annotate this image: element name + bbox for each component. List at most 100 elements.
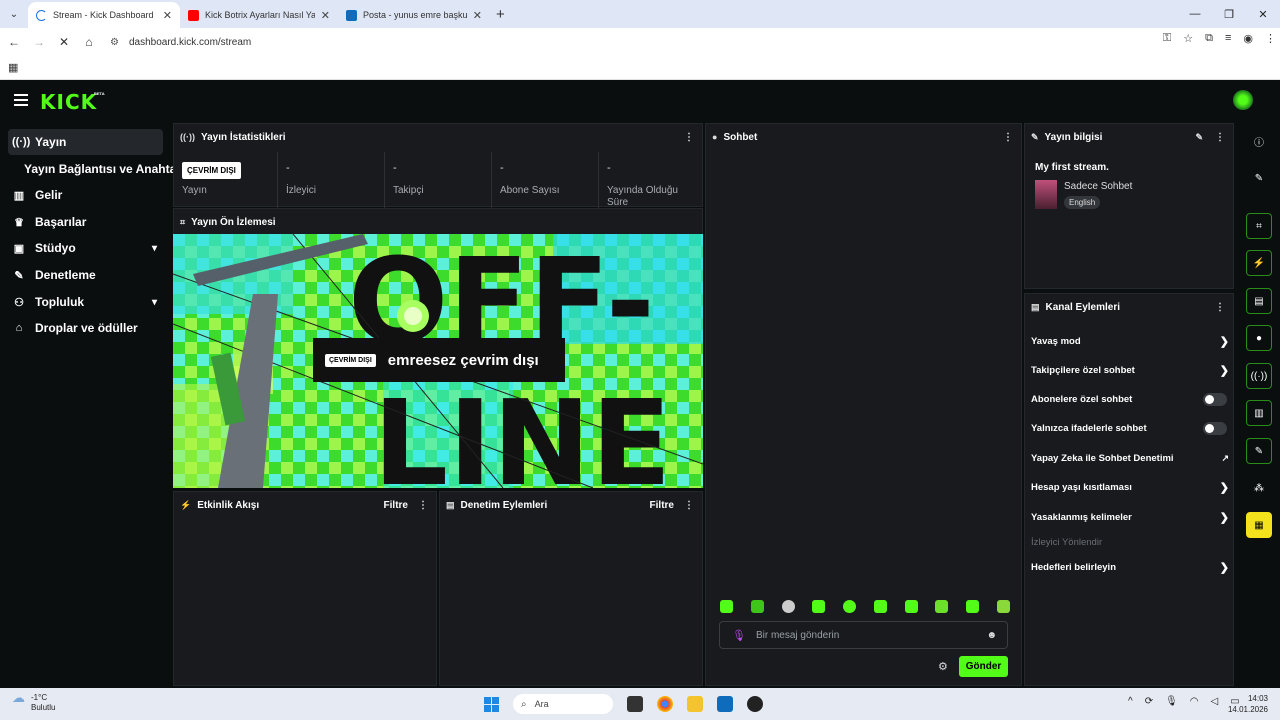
- restore-icon[interactable]: ❐: [1212, 0, 1246, 28]
- emote[interactable]: [996, 600, 1010, 613]
- emote-only-toggle[interactable]: [1203, 421, 1227, 435]
- profile-icon[interactable]: ◉: [1243, 32, 1253, 45]
- action-ai-moderation[interactable]: Yapay Zeka ile Sohbet Denetimi ↗: [1031, 448, 1229, 468]
- rail-dots-icon[interactable]: ⁂: [1246, 475, 1272, 501]
- home-icon[interactable]: ⌂: [78, 35, 100, 49]
- forward-icon[interactable]: →: [28, 35, 50, 49]
- emoji-icon[interactable]: ☻: [986, 630, 997, 641]
- more-options-icon[interactable]: ⋮: [684, 500, 694, 511]
- sidebar-item-denetleme[interactable]: ✎ Denetleme: [8, 262, 163, 288]
- rail-channel-icon[interactable]: ▥: [1246, 400, 1272, 426]
- sidebar-item-basarilar[interactable]: ♛ Başarılar: [8, 209, 163, 235]
- rail-preview-icon[interactable]: ⌗: [1246, 213, 1272, 239]
- browser-tab-outlook[interactable]: Posta - yunus emre başkurt - O ✕: [338, 2, 490, 28]
- emote[interactable]: [904, 600, 918, 613]
- rail-wrench-icon[interactable]: ✎: [1246, 438, 1272, 464]
- microphone-icon[interactable]: 🎙: [732, 629, 746, 642]
- stat-value: -: [286, 162, 290, 174]
- more-options-icon[interactable]: ⋮: [418, 500, 428, 511]
- user-avatar[interactable]: [1233, 90, 1253, 110]
- chrome-icon[interactable]: [657, 696, 673, 712]
- back-icon[interactable]: ←: [3, 35, 25, 49]
- close-window-icon[interactable]: ✕: [1246, 0, 1280, 28]
- wifi-icon[interactable]: ◠: [1190, 696, 1199, 707]
- chevron-up-icon[interactable]: ^: [1128, 696, 1133, 707]
- rail-clapper-icon[interactable]: ▦: [1246, 512, 1272, 538]
- rail-chat-icon[interactable]: ●: [1246, 325, 1272, 351]
- emote-row: [720, 600, 1010, 616]
- sidebar-item-droplar[interactable]: ⌂ Droplar ve ödüller: [8, 315, 163, 341]
- more-options-icon[interactable]: ⋮: [684, 132, 694, 143]
- clock[interactable]: 14:03 14.01.2026: [1228, 693, 1268, 715]
- kick-logo[interactable]: KICK: [40, 90, 97, 114]
- chat-input-box[interactable]: 🎙 ☻: [719, 621, 1008, 649]
- bookmark-star-icon[interactable]: ☆: [1183, 32, 1193, 45]
- more-options-icon[interactable]: ⋮: [1003, 132, 1013, 143]
- sidebar-subitem-stream-key[interactable]: Yayın Bağlantısı ve Anahtarı: [24, 162, 184, 176]
- microphone-icon[interactable]: 🎙: [1165, 696, 1178, 707]
- sidebar-item-label: Denetleme: [35, 268, 96, 282]
- site-info-icon[interactable]: ⚙: [110, 37, 119, 48]
- emote[interactable]: [935, 600, 949, 613]
- apps-grid-icon[interactable]: ▦: [8, 61, 18, 74]
- weather-widget[interactable]: ☁ -1°C Bulutlu: [12, 691, 55, 713]
- sidebar: ((·)) Yayın Yayın Bağlantısı ve Anahtarı…: [0, 122, 184, 687]
- stop-loading-icon[interactable]: ✕: [53, 35, 75, 49]
- emote[interactable]: [781, 600, 795, 613]
- stat-izleyici: - İzleyici: [278, 152, 385, 208]
- close-tab-icon[interactable]: ✕: [473, 9, 482, 22]
- emote[interactable]: [873, 600, 887, 613]
- media-icon[interactable]: ≡: [1225, 32, 1231, 45]
- minimize-icon[interactable]: —: [1178, 0, 1212, 28]
- app-icon[interactable]: [747, 696, 763, 712]
- emote[interactable]: [720, 600, 733, 613]
- browser-tab-youtube[interactable]: Kick Botrix Ayarları Nasıl Yapılır ✕: [180, 2, 338, 28]
- filter-button[interactable]: Filtre: [650, 500, 674, 511]
- rail-document-icon[interactable]: ▤: [1246, 288, 1272, 314]
- file-explorer-icon[interactable]: [687, 696, 703, 712]
- send-button[interactable]: Gönder: [959, 656, 1008, 677]
- filter-button[interactable]: Filtre: [384, 500, 408, 511]
- rail-lightning-icon[interactable]: ⚡: [1246, 250, 1272, 276]
- menu-icon[interactable]: ⋮: [1265, 32, 1276, 45]
- rail-broadcast-icon[interactable]: ((·)): [1246, 363, 1272, 389]
- hamburger-menu-icon[interactable]: [14, 94, 28, 106]
- new-tab-icon[interactable]: +: [496, 6, 505, 23]
- edit-pencil-icon[interactable]: ✎: [1246, 165, 1272, 191]
- more-options-icon[interactable]: ⋮: [1215, 302, 1225, 313]
- sidebar-item-label: Droplar ve ödüller: [35, 321, 138, 335]
- action-slow-mode[interactable]: Yavaş mod ❯: [1031, 331, 1229, 351]
- action-banned-words[interactable]: Yasaklanmış kelimeler ❯: [1031, 507, 1229, 527]
- action-set-goals[interactable]: Hedefleri belirleyin ❯: [1031, 557, 1229, 577]
- action-account-age[interactable]: Hesap yaşı kısıtlaması ❯: [1031, 477, 1229, 497]
- sidebar-item-yayin[interactable]: ((·)) Yayın: [8, 129, 163, 155]
- task-view-icon[interactable]: [627, 696, 643, 712]
- extensions-icon[interactable]: ⧉: [1205, 32, 1213, 45]
- action-followers-only[interactable]: Takipçilere özel sohbet ❯: [1031, 360, 1229, 380]
- close-tab-icon[interactable]: ✕: [321, 9, 330, 22]
- browser-tab-kick-dashboard[interactable]: Stream - Kick Dashboard ✕: [28, 2, 180, 28]
- emote[interactable]: [843, 600, 857, 613]
- info-icon[interactable]: ⓘ: [1246, 128, 1272, 154]
- sidebar-item-gelir[interactable]: ▥ Gelir: [8, 182, 163, 208]
- url-field[interactable]: ⚙ dashboard.kick.com/stream: [104, 31, 1164, 53]
- subscribers-only-toggle[interactable]: [1203, 392, 1227, 406]
- sync-icon[interactable]: ⟳: [1145, 696, 1153, 707]
- more-options-icon[interactable]: ⋮: [1215, 132, 1225, 143]
- taskbar-search[interactable]: ⌕ Ara: [513, 694, 613, 714]
- volume-icon[interactable]: ◁: [1211, 696, 1219, 707]
- sidebar-item-studyo[interactable]: ▣ Stüdyo ▾: [8, 235, 163, 261]
- panel-title: Denetim Eylemleri: [460, 499, 548, 511]
- windows-start-icon[interactable]: [484, 696, 499, 712]
- emote[interactable]: [750, 600, 764, 613]
- chat-message-input[interactable]: [755, 629, 1007, 641]
- edit-pencil-icon[interactable]: ✎: [1195, 132, 1203, 143]
- emote[interactable]: [966, 600, 980, 613]
- password-key-icon[interactable]: ⚿: [1163, 32, 1171, 45]
- emote[interactable]: [812, 600, 826, 613]
- chat-settings-gear-icon[interactable]: ⚙: [938, 660, 948, 673]
- close-tab-icon[interactable]: ✕: [163, 9, 172, 22]
- sidebar-item-topluluk[interactable]: ⚇ Topluluk ▾: [8, 289, 163, 315]
- tab-search-icon[interactable]: ⌄: [4, 4, 24, 24]
- outlook-icon[interactable]: [717, 696, 733, 712]
